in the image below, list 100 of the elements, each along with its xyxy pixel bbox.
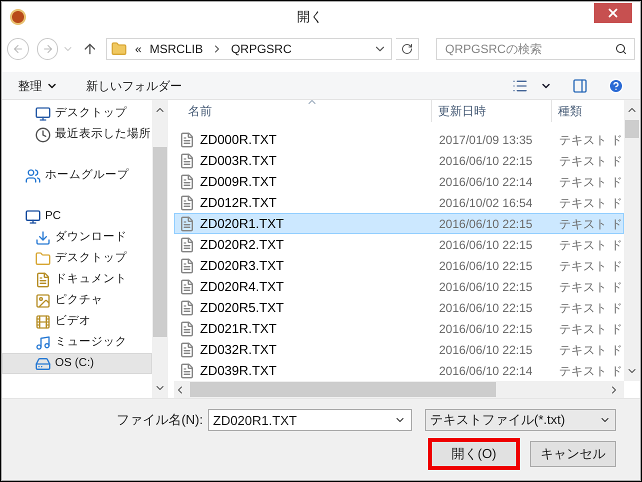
column-header[interactable]: 更新日時 — [432, 100, 552, 122]
folder-icon — [35, 250, 51, 266]
file-row[interactable]: ZD003R.TXT 2016/06/10 22:15 テキスト ド — [174, 150, 624, 171]
file-name: ZD009R.TXT — [200, 172, 277, 191]
breadcrumb[interactable]: MSRCLIB — [150, 40, 203, 58]
picture-folder-icon — [35, 292, 51, 308]
text-file-icon — [179, 342, 195, 358]
file-type: テキスト ド — [558, 258, 623, 274]
monitor-icon — [35, 106, 51, 122]
file-name: ZD020R4.TXT — [200, 278, 284, 296]
window-title: 開く — [296, 8, 324, 26]
back-arrow-icon — [12, 43, 24, 55]
file-type: テキスト ド — [558, 194, 623, 212]
address-bar[interactable]: « MSRCLIB QRPGSRC — [106, 38, 392, 60]
file-date: 2016/06/10 22:15 — [438, 278, 534, 296]
file-row[interactable]: ZD032R.TXT 2016/06/10 22:15 テキスト ド — [174, 339, 624, 360]
file-name: ZD020R2.TXT — [200, 236, 284, 254]
file-row[interactable]: ZD039R.TXT 2016/06/10 22:14 テキスト ド — [174, 360, 624, 381]
horizontal-scrollbar[interactable] — [174, 381, 624, 398]
list-scrollbar[interactable] — [624, 100, 640, 381]
file-type-dropdown[interactable]: テキストファイル(*.txt) — [425, 409, 616, 431]
breadcrumb[interactable]: QRPGSRC — [230, 40, 292, 58]
nav-item[interactable]: 最近表示した場所 — [2, 124, 152, 145]
text-file-icon — [179, 362, 195, 378]
refresh-button[interactable] — [396, 38, 420, 60]
dialog-button[interactable]: 開く(O) — [431, 441, 517, 467]
file-date: 2016/06/10 22:15 — [438, 320, 534, 338]
dialog-button[interactable]: キャンセル — [530, 441, 616, 467]
close-button[interactable] — [594, 3, 632, 23]
file-name: ZD021R.TXT — [200, 320, 277, 338]
scroll-thumb[interactable] — [625, 120, 639, 138]
nav-item[interactable]: PC — [2, 206, 152, 227]
nav-item[interactable]: ホームグループ — [2, 165, 152, 186]
text-file-icon — [179, 152, 195, 168]
file-date: 2016/06/10 22:14 — [438, 174, 534, 190]
scroll-thumb[interactable] — [153, 147, 167, 337]
file-row[interactable]: ZD020R3.TXT 2016/06/10 22:15 テキスト ド — [174, 255, 624, 276]
nav-item[interactable]: デスクトップ — [2, 248, 152, 269]
text-file-icon — [179, 194, 195, 210]
file-date: 2016/06/10 22:15 — [438, 152, 534, 170]
nav-item[interactable]: ピクチャ — [2, 290, 152, 311]
file-date: 2016/10/02 16:54 — [438, 194, 534, 212]
text-file-icon — [179, 236, 195, 252]
file-name-field[interactable]: ZD020R1.TXT — [208, 409, 412, 431]
file-date: 2016/06/10 22:15 — [438, 236, 534, 254]
text-file-icon — [179, 132, 195, 148]
file-type: テキスト ド — [558, 278, 623, 296]
file-date: 2016/06/10 22:15 — [438, 258, 534, 274]
nav-scrollbar[interactable] — [152, 100, 168, 398]
file-type: テキスト ド — [558, 132, 623, 148]
file-date: 2016/06/10 22:14 — [438, 362, 534, 380]
file-name: ZD020R1.TXT — [200, 214, 284, 233]
file-row[interactable]: ZD020R4.TXT 2016/06/10 22:15 テキスト ド — [174, 276, 624, 297]
film-folder-icon — [35, 314, 51, 330]
file-row[interactable]: ZD000R.TXT 2017/01/09 13:35 テキスト ド — [174, 129, 624, 150]
file-date: 2016/06/10 22:15 — [438, 300, 534, 316]
folder-icon — [110, 41, 127, 57]
search-icon[interactable] — [614, 43, 627, 55]
file-type: テキスト ド — [558, 362, 623, 380]
file-row[interactable]: ZD012R.TXT 2016/10/02 16:54 テキスト ド — [174, 192, 624, 213]
column-header[interactable]: 名前 — [174, 100, 432, 122]
help-icon[interactable] — [608, 78, 624, 94]
file-name: ZD032R.TXT — [200, 340, 277, 359]
file-type: テキスト ド — [558, 236, 623, 254]
nav-item[interactable]: ミュージック — [2, 332, 152, 353]
view-icon[interactable] — [512, 78, 528, 94]
nav-item[interactable]: OS (C:) — [2, 353, 152, 374]
up-button[interactable] — [82, 41, 98, 57]
file-type: テキスト ド — [558, 152, 623, 170]
file-row[interactable]: ZD020R2.TXT 2016/06/10 22:15 テキスト ド — [174, 234, 624, 255]
nav-item[interactable]: デスクトップ — [2, 103, 152, 124]
text-file-icon — [179, 258, 195, 274]
new-folder-button[interactable]: 新しいフォルダー — [86, 76, 182, 94]
search-field[interactable]: QRPGSRCの検索 — [436, 38, 635, 60]
drive-icon — [35, 356, 51, 372]
document-folder-icon — [35, 272, 51, 288]
text-file-icon — [179, 320, 195, 336]
nav-item[interactable]: ドキュメント — [2, 269, 152, 290]
file-row[interactable]: ZD020R5.TXT 2016/06/10 22:15 テキスト ド — [174, 297, 624, 318]
text-file-icon — [179, 300, 195, 316]
file-name: ZD020R5.TXT — [200, 298, 284, 317]
refresh-icon — [400, 43, 413, 55]
file-type: テキスト ド — [558, 216, 623, 232]
computer-icon — [25, 208, 41, 224]
people-icon — [25, 168, 41, 184]
organize-menu[interactable]: 整理 — [18, 76, 58, 94]
overflow-chevron[interactable]: « — [134, 40, 142, 58]
file-name: ZD012R.TXT — [200, 194, 277, 212]
close-icon — [606, 6, 620, 20]
column-header[interactable]: 種類 — [552, 100, 624, 122]
file-row[interactable]: ZD009R.TXT 2016/06/10 22:14 テキスト ド — [174, 171, 624, 192]
preview-pane-icon[interactable] — [572, 78, 588, 94]
nav-item[interactable]: ダウンロード — [2, 227, 152, 248]
file-row[interactable]: ZD020R1.TXT 2016/06/10 22:15 テキスト ド — [174, 213, 624, 234]
nav-item[interactable]: ビデオ — [2, 311, 152, 332]
file-row[interactable]: ZD021R.TXT 2016/06/10 22:15 テキスト ド — [174, 318, 624, 339]
scroll-thumb[interactable] — [190, 382, 496, 397]
music-folder-icon — [35, 334, 51, 350]
file-date: 2016/06/10 22:15 — [438, 216, 534, 232]
app-icon — [10, 9, 26, 25]
